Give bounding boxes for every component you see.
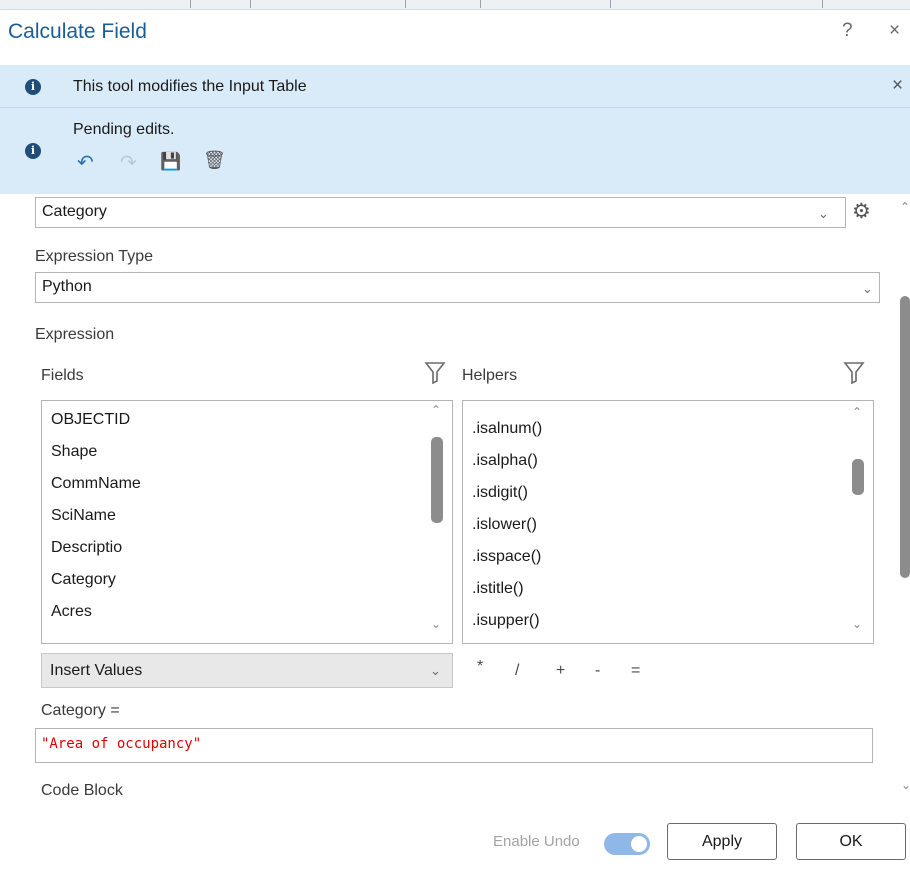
helpers-scrollbar-thumb[interactable]: [852, 459, 864, 495]
pending-edits-text: Pending edits.: [73, 121, 175, 138]
enable-undo-label: Enable Undo: [493, 833, 580, 850]
operator-equals-button[interactable]: =: [631, 662, 640, 680]
chevron-down-icon: ⌄: [818, 206, 829, 221]
list-item[interactable]: .istitle(): [472, 580, 524, 598]
redo-icon[interactable]: ↷: [120, 150, 137, 175]
expression-value: "Area of occupancy": [41, 736, 202, 752]
info-icon: i: [25, 143, 41, 159]
fields-scrollbar-thumb[interactable]: [431, 437, 443, 523]
dismiss-notice-button[interactable]: ×: [892, 75, 903, 97]
list-item[interactable]: .islower(): [472, 516, 537, 534]
fields-filter-icon[interactable]: [424, 360, 446, 384]
scroll-down-arrow[interactable]: ⌄: [852, 617, 862, 631]
expression-type-select[interactable]: [35, 272, 880, 303]
list-item[interactable]: CommName: [51, 475, 141, 493]
discard-edits-icon[interactable]: 🗑: [203, 150, 226, 171]
info-icon: i: [25, 79, 41, 95]
helpers-label: Helpers: [462, 367, 518, 384]
notice-text: This tool modifies the Input Table: [73, 78, 307, 95]
list-item[interactable]: SciName: [51, 507, 116, 525]
list-item-partial: [51, 635, 55, 643]
gear-icon[interactable]: ⚙: [852, 199, 871, 224]
list-item[interactable]: .isalpha(): [472, 452, 538, 470]
helpers-filter-icon[interactable]: [843, 360, 865, 384]
operator-multiply-button[interactable]: *: [477, 658, 483, 676]
field-name-select[interactable]: [35, 197, 846, 228]
undo-icon[interactable]: ↶: [77, 150, 94, 175]
background-app-strip: [0, 0, 910, 10]
expression-type-label: Expression Type: [35, 248, 153, 265]
list-item[interactable]: Shape: [51, 443, 97, 461]
list-item[interactable]: .isupper(): [472, 612, 540, 630]
dialog-title: Calculate Field: [8, 20, 147, 43]
list-item[interactable]: .isalnum(): [472, 420, 542, 438]
scroll-up-arrow[interactable]: ⌃: [852, 405, 862, 419]
scroll-up-arrow[interactable]: ⌃: [431, 403, 441, 417]
list-item[interactable]: Category: [51, 571, 116, 589]
expression-type-value: Python: [42, 278, 92, 295]
help-button[interactable]: ?: [842, 20, 853, 42]
scroll-down-arrow[interactable]: ⌄: [901, 778, 910, 792]
list-item[interactable]: Descriptio: [51, 539, 122, 557]
scroll-up-arrow[interactable]: ⌃: [900, 200, 910, 214]
expression-label: Expression: [35, 326, 115, 343]
enable-undo-toggle[interactable]: [604, 833, 650, 855]
field-name-value: Category: [42, 203, 107, 220]
ok-button[interactable]: OK: [796, 823, 906, 860]
operator-divide-button[interactable]: /: [515, 662, 519, 680]
helpers-list[interactable]: .isalnum() .isalpha() .isdigit() .islowe…: [462, 400, 874, 644]
dialog-scrollbar-thumb[interactable]: [900, 296, 910, 578]
scroll-down-arrow[interactable]: ⌄: [431, 617, 441, 631]
chevron-down-icon: ⌄: [430, 663, 441, 678]
chevron-down-icon: ⌄: [862, 281, 873, 296]
save-edits-icon[interactable]: 💾: [160, 152, 181, 172]
code-block-label: Code Block: [41, 782, 123, 799]
apply-button[interactable]: Apply: [667, 823, 777, 860]
list-item[interactable]: OBJECTID: [51, 411, 130, 429]
operator-subtract-button[interactable]: -: [595, 662, 600, 680]
list-item[interactable]: Acres: [51, 603, 92, 621]
list-item[interactable]: .isdigit(): [472, 484, 528, 502]
fields-label: Fields: [41, 367, 84, 384]
list-item[interactable]: .isspace(): [472, 548, 541, 566]
insert-values-label: Insert Values: [50, 662, 143, 679]
close-button[interactable]: ×: [889, 20, 900, 42]
expression-target-label: Category =: [41, 702, 120, 719]
operator-add-button[interactable]: +: [556, 662, 565, 680]
fields-list[interactable]: OBJECTID Shape CommName SciName Descript…: [41, 400, 453, 644]
